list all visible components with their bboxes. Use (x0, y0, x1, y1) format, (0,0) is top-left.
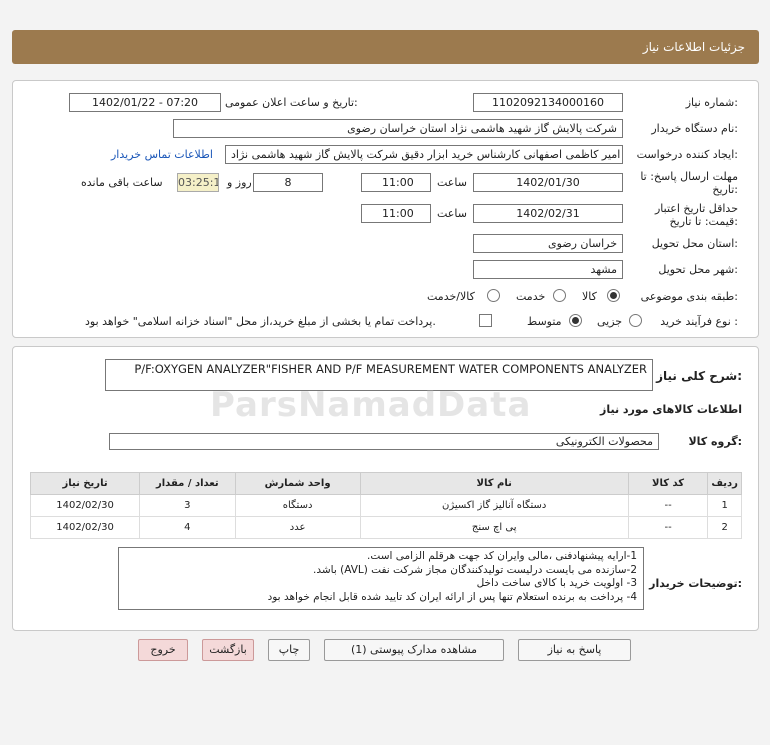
col-row: ردیف (707, 472, 742, 495)
process-radio-minor[interactable] (629, 314, 642, 327)
cell-quantity: 4 (139, 516, 236, 539)
table-row: 1402/02/30 3 دستگاه دستگاه آنالیز گاز اک… (29, 494, 742, 517)
deadline-date-field: 1402/01/30 (473, 173, 623, 192)
cell-unit: دستگاه (234, 494, 361, 517)
table-row: 1402/02/30 4 عدد پی اچ سنج -- 2 (29, 516, 742, 539)
cell-goods-code: -- (627, 494, 709, 517)
cell-need-date: 1402/02/30 (29, 516, 141, 539)
need-details-panel: شماره نیاز: 1102092134000160 تاریخ و ساع… (12, 80, 759, 338)
cell-need-date: 1402/02/30 (29, 494, 141, 517)
validity-date-field: 1402/02/31 (473, 204, 623, 223)
treasury-payment-note: پرداخت تمام یا بخشی از مبلغ خرید،از محل … (85, 315, 436, 328)
col-quantity: تعداد / مقدار (139, 472, 236, 495)
col-goods-code: کد کالا (627, 472, 709, 495)
cell-row: 1 (707, 494, 742, 517)
reply-button[interactable]: پاسخ به نیاز (518, 639, 631, 661)
summary-field: P/F:OXYGEN ANALYZER"FISHER AND P/F MEASU… (105, 359, 653, 391)
category-label: طبقه بندی موضوعی: (640, 290, 738, 303)
cell-goods-name: دستگاه آنالیز گاز اکسیژن (359, 494, 629, 517)
cell-quantity: 3 (139, 494, 236, 517)
goods-info-title: اطلاعات کالاهای مورد نیاز (600, 403, 742, 416)
category-radio-goods[interactable] (607, 289, 620, 302)
announce-label: تاریخ و ساعت اعلان عمومی: (225, 96, 358, 109)
category-radio-both[interactable] (487, 289, 500, 302)
validity-label-line2: قیمت: تا تاریخ: (669, 215, 738, 228)
category-radio-service[interactable] (553, 289, 566, 302)
need-summary-panel: شرح کلی نیاز: P/F:OXYGEN ANALYZER"FISHER… (12, 346, 759, 631)
remaining-time-field: 03:25:17 (177, 173, 219, 192)
goods-group-label: گروه کالا: (688, 435, 742, 448)
buyer-field: شرکت پالایش گاز شهید هاشمی نژاد استان خر… (173, 119, 623, 138)
cell-unit: عدد (234, 516, 361, 539)
city-field: مشهد (473, 260, 623, 279)
process-option-medium: متوسط (527, 315, 562, 328)
buyer-contact-link[interactable]: اطلاعات تماس خریدار (111, 148, 213, 161)
announce-field: 1402/01/22 - 07:20 (69, 93, 221, 112)
note-line: 3- اولویت خرید با کالای ساخت داخل (476, 577, 637, 589)
cell-row: 2 (707, 516, 742, 539)
province-field: خراسان رضوی (473, 234, 623, 253)
page-title: جزئیات اطلاعات نیاز (642, 40, 745, 54)
deadline-label-line2: تاریخ: (712, 183, 738, 196)
creator-field: امیر کاظمی اصفهانی کارشناس خرید ابزار دق… (225, 145, 623, 164)
buyer-notes-label: توضیحات خریدار: (649, 577, 742, 590)
cell-goods-name: پی اچ سنج (359, 516, 629, 539)
print-button[interactable]: چاپ (268, 639, 310, 661)
category-option-both: کالا/خدمت (427, 290, 475, 303)
deadline-label-line1: مهلت ارسال پاسخ: تا (640, 170, 738, 183)
validity-label-line1: حداقل تاریخ اعتبار (654, 202, 738, 215)
city-label: شهر محل تحویل: (658, 263, 738, 276)
buyer-notes-box: 1-ارایه پیشنهادفنی ،مالی وایران کد جهت ه… (118, 547, 644, 610)
page-header: جزئیات اطلاعات نیاز (12, 30, 759, 64)
validity-time-field: 11:00 (361, 204, 431, 223)
province-label: استان محل تحویل: (651, 237, 738, 250)
note-line: 2-سازنده می بایست درلیست تولیدکنندگان مج… (312, 563, 637, 576)
category-option-goods: کالا (582, 290, 597, 303)
remaining-label: ساعت باقی مانده (81, 176, 163, 189)
process-radio-medium[interactable] (569, 314, 582, 327)
deadline-time-field: 11:00 (361, 173, 431, 192)
validity-time-label: ساعت (437, 207, 467, 220)
deadline-time-label: ساعت (437, 176, 467, 189)
need-number-field: 1102092134000160 (473, 93, 623, 112)
col-unit: واحد شمارش (234, 472, 361, 495)
process-label: نوع فرآیند خرید : (660, 315, 738, 328)
buyer-label: نام دستگاه خریدار: (651, 122, 738, 135)
goods-group-field: محصولات الکترونیکی (109, 433, 659, 450)
need-number-label: شماره نیاز: (685, 96, 738, 109)
category-option-service: خدمت (516, 290, 546, 303)
note-line: 1-ارایه پیشنهادفنی ،مالی وایران کد جهت ه… (367, 550, 637, 562)
back-button[interactable]: بازگشت (202, 639, 254, 661)
process-option-minor: جزیی (597, 315, 623, 328)
exit-button[interactable]: خروج (138, 639, 188, 661)
summary-label: شرح کلی نیاز: (656, 369, 742, 383)
note-line: 4- پرداخت به برنده استعلام تنها پس از ار… (267, 590, 637, 603)
goods-table: تاریخ نیاز تعداد / مقدار واحد شمارش نام … (29, 472, 742, 539)
treasury-payment-checkbox[interactable] (479, 314, 492, 327)
col-goods-name: نام کالا (359, 472, 629, 495)
cell-goods-code: -- (627, 516, 709, 539)
view-attachments-button[interactable]: مشاهده مدارک پیوستی (1) (324, 639, 504, 661)
creator-label: ایجاد کننده درخواست: (636, 148, 738, 161)
days-field: 8 (253, 173, 323, 192)
goods-table-header: تاریخ نیاز تعداد / مقدار واحد شمارش نام … (29, 472, 742, 495)
days-label: روز و (227, 176, 252, 189)
col-need-date: تاریخ نیاز (29, 472, 141, 495)
